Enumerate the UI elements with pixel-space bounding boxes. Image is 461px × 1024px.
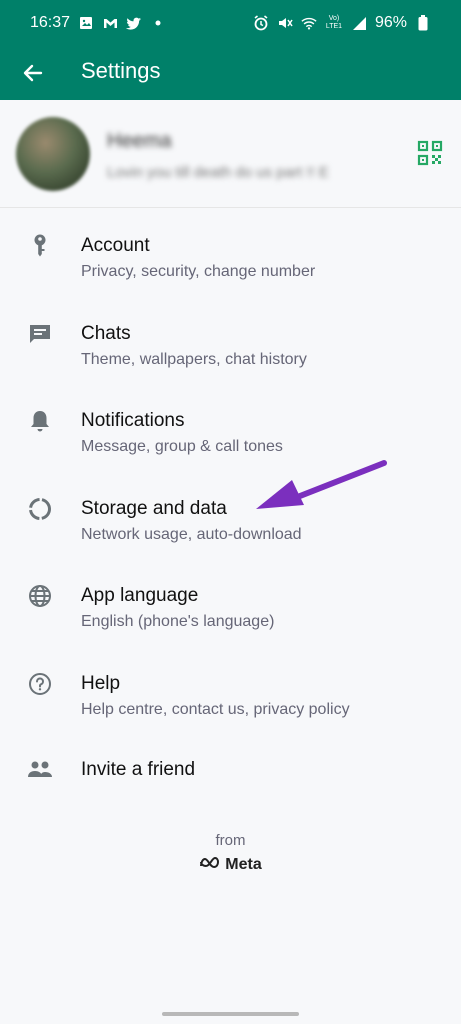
menu-item-title: Chats <box>81 322 131 344</box>
page-title: Settings <box>81 58 161 83</box>
twitter-icon <box>126 15 142 31</box>
profile-card[interactable]: Heema Lovin you till death do us part !!… <box>0 100 461 208</box>
menu-item-subtitle: English (phone's language) <box>81 613 275 631</box>
menu-item-title: Notifications <box>81 410 185 432</box>
avatar[interactable] <box>16 117 90 191</box>
settings-list: Account Privacy, security, change number… <box>0 210 461 816</box>
globe-icon <box>26 582 54 610</box>
battery-percent: 96% <box>374 14 407 31</box>
menu-item-notifications[interactable]: Notifications Message, group & call tone… <box>0 385 461 473</box>
wifi-icon <box>301 15 317 31</box>
gmail-icon <box>102 15 118 31</box>
meta-logo-icon <box>199 856 221 874</box>
menu-item-title: Storage and data <box>81 497 227 519</box>
menu-item-subtitle: Privacy, security, change number <box>81 263 316 280</box>
menu-item-title: Help <box>81 672 121 694</box>
menu-item-app-language[interactable]: App language English (phone's language) <box>0 560 461 648</box>
menu-item-title: App language <box>81 585 199 607</box>
bell-icon <box>26 407 54 435</box>
menu-item-help[interactable]: Help Help centre, contact us, privacy po… <box>0 648 461 736</box>
footer-from: from <box>215 832 246 849</box>
status-time: 16:37 <box>30 14 71 31</box>
meta-label: Meta <box>225 856 262 873</box>
gallery-icon <box>78 15 94 31</box>
chat-icon <box>26 320 54 348</box>
menu-item-subtitle: Network usage, auto-download <box>81 525 302 543</box>
app-bar: Settings <box>0 48 461 100</box>
alarm-icon <box>253 15 269 31</box>
menu-item-subtitle: Help centre, contact us, privacy policy <box>81 700 350 718</box>
qr-code-icon[interactable] <box>417 140 443 166</box>
menu-item-invite-a-friend[interactable]: Invite a friend <box>0 736 461 816</box>
arrow-back-icon[interactable] <box>18 58 48 88</box>
people-icon <box>26 756 54 784</box>
status-bar: 16:37 Vo) LTE1 96% <box>0 0 461 48</box>
signal-icon <box>351 15 367 31</box>
menu-item-subtitle: Theme, wallpapers, chat history <box>81 350 307 368</box>
gesture-nav-bar[interactable] <box>162 1012 299 1016</box>
menu-item-storage-and-data[interactable]: Storage and data Network usage, auto-dow… <box>0 473 461 561</box>
volte-label: Vo) LTE1 <box>325 15 343 30</box>
storage-icon <box>26 495 54 523</box>
profile-status: Lovin you till death do us part !! E <box>107 164 329 181</box>
meta-brand: Meta <box>0 856 461 874</box>
menu-item-subtitle: Message, group & call tones <box>81 438 283 456</box>
dot-icon <box>150 15 166 31</box>
menu-item-title: Account <box>81 235 150 256</box>
menu-item-account[interactable]: Account Privacy, security, change number <box>0 210 461 298</box>
help-icon <box>26 670 54 698</box>
menu-item-chats[interactable]: Chats Theme, wallpapers, chat history <box>0 298 461 386</box>
profile-name: Heema <box>107 130 172 152</box>
menu-item-title: Invite a friend <box>81 758 196 780</box>
mute-icon <box>277 15 293 31</box>
battery-icon <box>415 15 431 31</box>
key-icon <box>26 232 54 260</box>
